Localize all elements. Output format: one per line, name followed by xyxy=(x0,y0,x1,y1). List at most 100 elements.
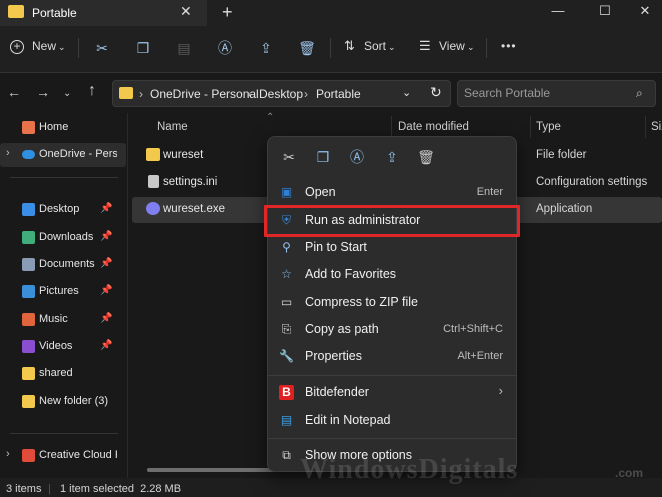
rename-icon[interactable]: Ⓐ xyxy=(347,148,367,166)
toolbar-divider xyxy=(486,38,487,58)
sidebar-item-onedrive-persona[interactable]: › OneDrive - Persona xyxy=(0,143,126,167)
menu-item-label: Edit in Notepad xyxy=(305,413,391,427)
application-icon xyxy=(146,202,160,215)
up-arrow-icon[interactable]: ↑ xyxy=(88,82,96,100)
music-icon xyxy=(22,313,35,326)
close-button[interactable]: ✕ xyxy=(628,0,662,24)
refresh-icon[interactable]: ↻ xyxy=(430,84,442,101)
menu-item-open[interactable]: ▣ Open Enter xyxy=(271,179,513,206)
breadcrumb-onedrive[interactable]: OneDrive - Personal xyxy=(150,87,259,101)
menu-item-compress-to-zip-file[interactable]: ▭ Compress to ZIP file xyxy=(271,289,513,316)
selection-info: 1 item selected 2.28 MB xyxy=(60,483,182,495)
folder-icon xyxy=(146,148,160,161)
tab-portable[interactable]: Portable ✕ xyxy=(0,0,207,26)
expand-chevron-icon[interactable]: › xyxy=(6,147,10,159)
menu-item-properties[interactable]: 🔧 Properties Alt+Enter xyxy=(271,343,513,370)
expand-chevron-icon[interactable]: › xyxy=(6,448,10,460)
videos-icon xyxy=(22,340,35,353)
copy-icon[interactable]: ❐ xyxy=(313,148,333,166)
new-button[interactable]: New xyxy=(32,39,56,53)
maximize-button[interactable]: ☐ xyxy=(588,0,622,24)
bitdefender-icon: B xyxy=(279,385,294,400)
properties-icon: 🔧 xyxy=(279,349,294,363)
search-input[interactable] xyxy=(464,86,624,100)
sidebar-item-downloads[interactable]: Downloads 📌 xyxy=(0,226,126,250)
menu-item-add-to-favorites[interactable]: ☆ Add to Favorites xyxy=(271,261,513,288)
sidebar-item-label: Creative Cloud F xyxy=(39,449,117,461)
address-dropdown-icon[interactable]: ⌄ xyxy=(402,86,411,99)
notepad-icon: ▤ xyxy=(280,413,293,427)
sidebar-item-desktop[interactable]: Desktop 📌 xyxy=(0,198,126,222)
file-name: wureset.exe xyxy=(163,203,226,215)
sidebar-item-shared[interactable]: shared xyxy=(0,362,126,386)
search-icon: ⌕ xyxy=(636,86,643,100)
forward-arrow-icon[interactable]: → xyxy=(36,84,50,100)
menu-item-pin-to-start[interactable]: ⚲ Pin to Start xyxy=(271,234,513,261)
recent-chevron-icon[interactable]: ⌄ xyxy=(63,88,71,99)
pin-icon: ⚲ xyxy=(282,240,291,254)
delete-icon[interactable]: 🗑 xyxy=(298,39,316,57)
column-divider[interactable] xyxy=(391,116,392,138)
pin-icon: 📌 xyxy=(100,285,113,296)
more-options-icon: ⧉ xyxy=(282,448,291,462)
new-tab-button[interactable]: + xyxy=(222,2,233,23)
folder-icon xyxy=(8,5,24,18)
tab-close-icon[interactable]: ✕ xyxy=(180,3,192,20)
sidebar-item-home[interactable]: Home xyxy=(0,116,126,140)
menu-item-shortcut: Ctrl+Shift+C xyxy=(443,323,503,335)
submenu-chevron-icon: › xyxy=(498,383,503,398)
menu-item-label: Copy as path xyxy=(305,322,379,336)
sidebar-item-new-folder-3[interactable]: New folder (3) xyxy=(0,390,126,414)
column-type[interactable]: Type xyxy=(536,121,561,133)
item-count: 3 items xyxy=(6,483,42,495)
view-button[interactable]: View xyxy=(439,39,465,53)
sidebar-item-pictures[interactable]: Pictures 📌 xyxy=(0,280,126,304)
column-name[interactable]: Name xyxy=(157,121,188,133)
folder-icon xyxy=(22,395,35,408)
minimize-button[interactable]: — xyxy=(541,0,575,24)
menu-item-label: Add to Favorites xyxy=(305,267,397,281)
cut-icon[interactable]: ✂ xyxy=(93,39,111,57)
column-size[interactable]: Siz xyxy=(651,121,662,133)
menu-item-edit-in-notepad[interactable]: ▤ Edit in Notepad xyxy=(271,407,513,434)
sort-ascending-icon: ⌃ xyxy=(266,112,275,123)
sidebar-item-label: Home xyxy=(39,121,69,133)
share-icon[interactable]: ⇪ xyxy=(257,39,275,57)
sidebar-item-creative-cloud-f[interactable]: › Creative Cloud F xyxy=(0,444,126,468)
column-divider[interactable] xyxy=(645,116,646,138)
watermark: WindowsDigitals xyxy=(300,454,519,485)
breadcrumb-separator-icon: › xyxy=(247,87,251,101)
share-icon[interactable]: ⇪ xyxy=(382,148,402,166)
watermark-suffix: .com xyxy=(615,466,644,480)
sidebar-item-videos[interactable]: Videos 📌 xyxy=(0,335,126,359)
cut-icon[interactable]: ✂ xyxy=(279,148,299,166)
more-options-button[interactable]: ••• xyxy=(501,39,517,53)
sidebar-item-documents[interactable]: Documents 📌 xyxy=(0,253,126,277)
sidebar-item-music[interactable]: Music 📌 xyxy=(0,308,126,332)
breadcrumb-desktop[interactable]: Desktop xyxy=(259,87,303,101)
menu-item-label: Properties xyxy=(305,349,362,363)
column-divider[interactable] xyxy=(530,116,531,138)
file-type: Configuration settings xyxy=(536,176,648,188)
menu-item-label: Open xyxy=(305,185,336,199)
download-icon xyxy=(22,231,35,244)
breadcrumb-portable[interactable]: Portable xyxy=(316,87,361,101)
column-date-modified[interactable]: Date modified xyxy=(398,121,469,133)
menu-item-bitdefender[interactable]: B Bitdefender › xyxy=(271,379,513,406)
menu-item-label: Compress to ZIP file xyxy=(305,295,419,309)
home-icon xyxy=(22,121,35,134)
sort-button[interactable]: Sort xyxy=(364,39,386,53)
desktop-icon xyxy=(22,203,35,216)
rename-icon[interactable]: Ⓐ xyxy=(216,39,234,57)
paste-icon[interactable]: ▤ xyxy=(175,39,193,57)
search-box[interactable]: ⌕ xyxy=(457,80,656,107)
menu-item-shortcut: Alt+Enter xyxy=(457,350,503,362)
tab-title: Portable xyxy=(32,6,77,20)
chevron-down-icon: ⌄ xyxy=(58,42,66,52)
delete-icon[interactable]: 🗑 xyxy=(416,148,436,166)
menu-item-copy-as-path[interactable]: ⎘ Copy as path Ctrl+Shift+C xyxy=(271,316,513,343)
pictures-icon xyxy=(22,285,35,298)
file-name: settings.ini xyxy=(163,176,218,188)
back-arrow-icon[interactable]: ← xyxy=(7,84,21,100)
copy-icon[interactable]: ❐ xyxy=(134,39,152,57)
